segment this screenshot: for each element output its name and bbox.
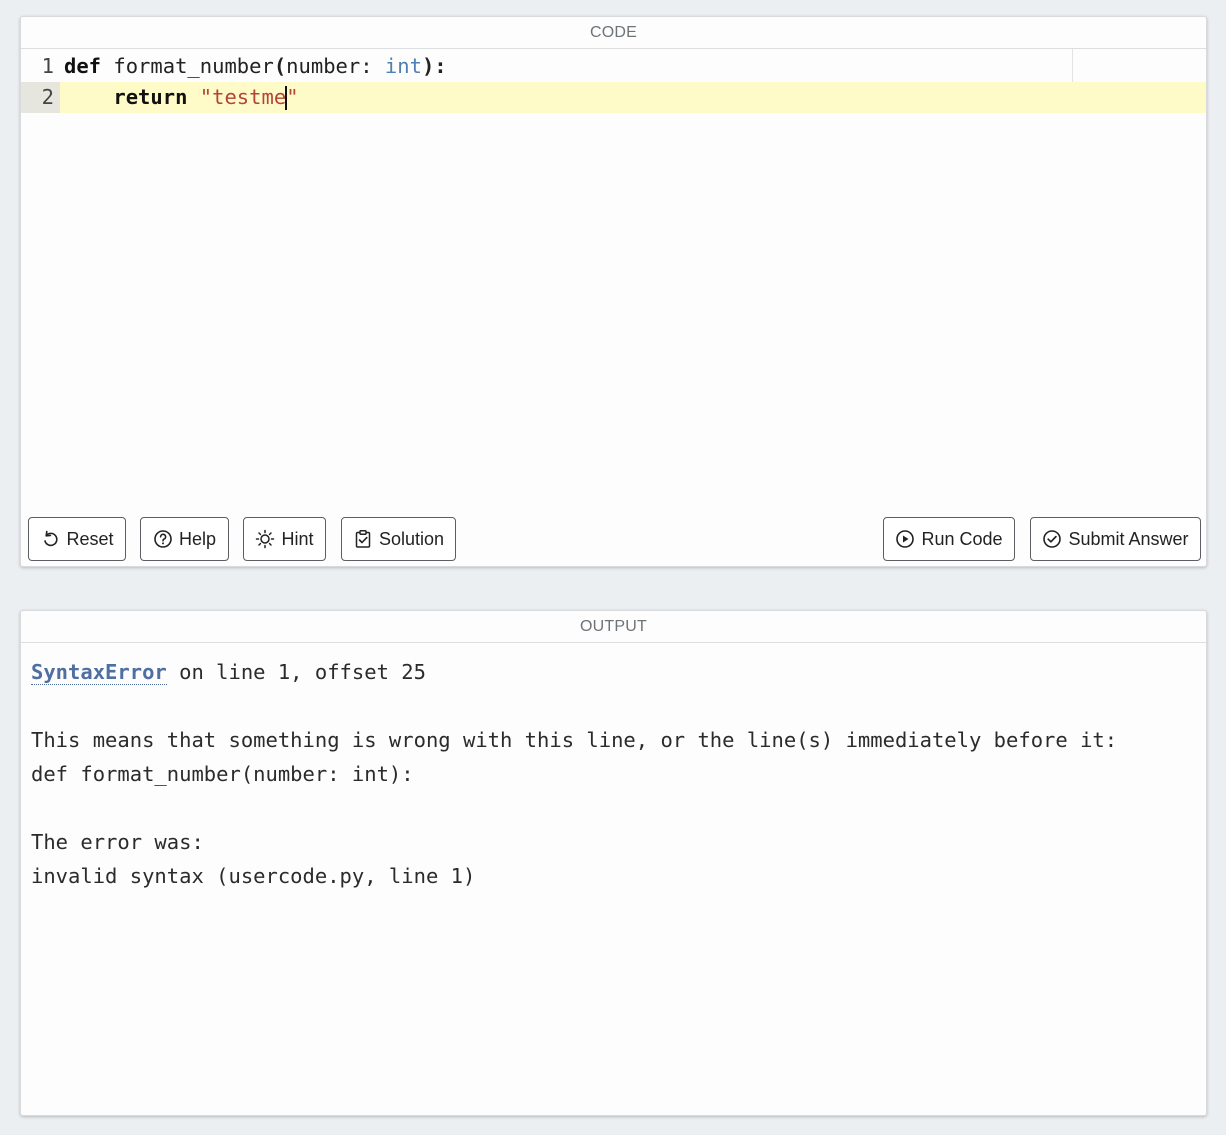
code-editor[interactable]: 1 def format_number(number: int): 2 retu… [21,49,1206,519]
output-panel: OUTPUT SyntaxError on line 1, offset 25 … [20,610,1207,1116]
string-literal-end: " [286,85,299,109]
error-name-link[interactable]: SyntaxError [31,660,167,685]
close-paren-colon: ): [421,54,447,78]
play-circle-icon [895,529,915,549]
open-paren: ( [273,54,287,78]
error-location: on line 1, offset 25 [166,660,426,684]
reset-button[interactable]: Reset [28,517,126,561]
keyword-def: def [64,54,102,78]
function-name: format_number [101,54,274,78]
hint-button[interactable]: Hint [243,517,326,561]
question-circle-icon [153,529,173,549]
code-panel-header: CODE [21,17,1206,49]
error-explanation: This means that something is wrong with … [31,728,1118,752]
keyword-return: return [113,85,188,109]
solution-button[interactable]: Solution [341,517,456,561]
code-line-2-active[interactable]: 2 return "testme" [21,82,1206,113]
code-line-2-text[interactable]: return "testme" [64,82,299,113]
help-label: Help [178,528,217,549]
error-was-label: The error was: [31,830,204,854]
code-panel: CODE 1 def format_number(number: int): 2… [20,16,1207,567]
offending-line: def format_number(number: int): [31,762,414,786]
submit-answer-label: Submit Answer [1068,528,1189,549]
submit-answer-button[interactable]: Submit Answer [1030,517,1201,561]
code-line-1[interactable]: 1 def format_number(number: int): [21,51,1206,82]
run-code-button[interactable]: Run Code [883,517,1015,561]
hint-label: Hint [281,528,314,549]
lightbulb-sun-icon [255,529,275,549]
line-number-2: 2 [21,82,60,113]
clipboard-check-icon [353,529,373,549]
run-code-label: Run Code [921,528,1003,549]
error-message: invalid syntax (usercode.py, line 1) [31,864,476,888]
check-circle-icon [1042,529,1062,549]
line-number-1: 1 [41,54,54,78]
reset-label: Reset [66,528,114,549]
output-panel-header: OUTPUT [21,611,1206,643]
output-text: SyntaxError on line 1, offset 25 This me… [21,643,1206,893]
solution-label: Solution [378,528,445,549]
code-line-1-text[interactable]: def format_number(number: int): [64,51,447,82]
type-int: int [384,54,422,78]
undo-icon [40,529,60,549]
param-name: number: [286,54,385,78]
string-literal-start: "testme [199,85,287,109]
help-button[interactable]: Help [140,517,229,561]
